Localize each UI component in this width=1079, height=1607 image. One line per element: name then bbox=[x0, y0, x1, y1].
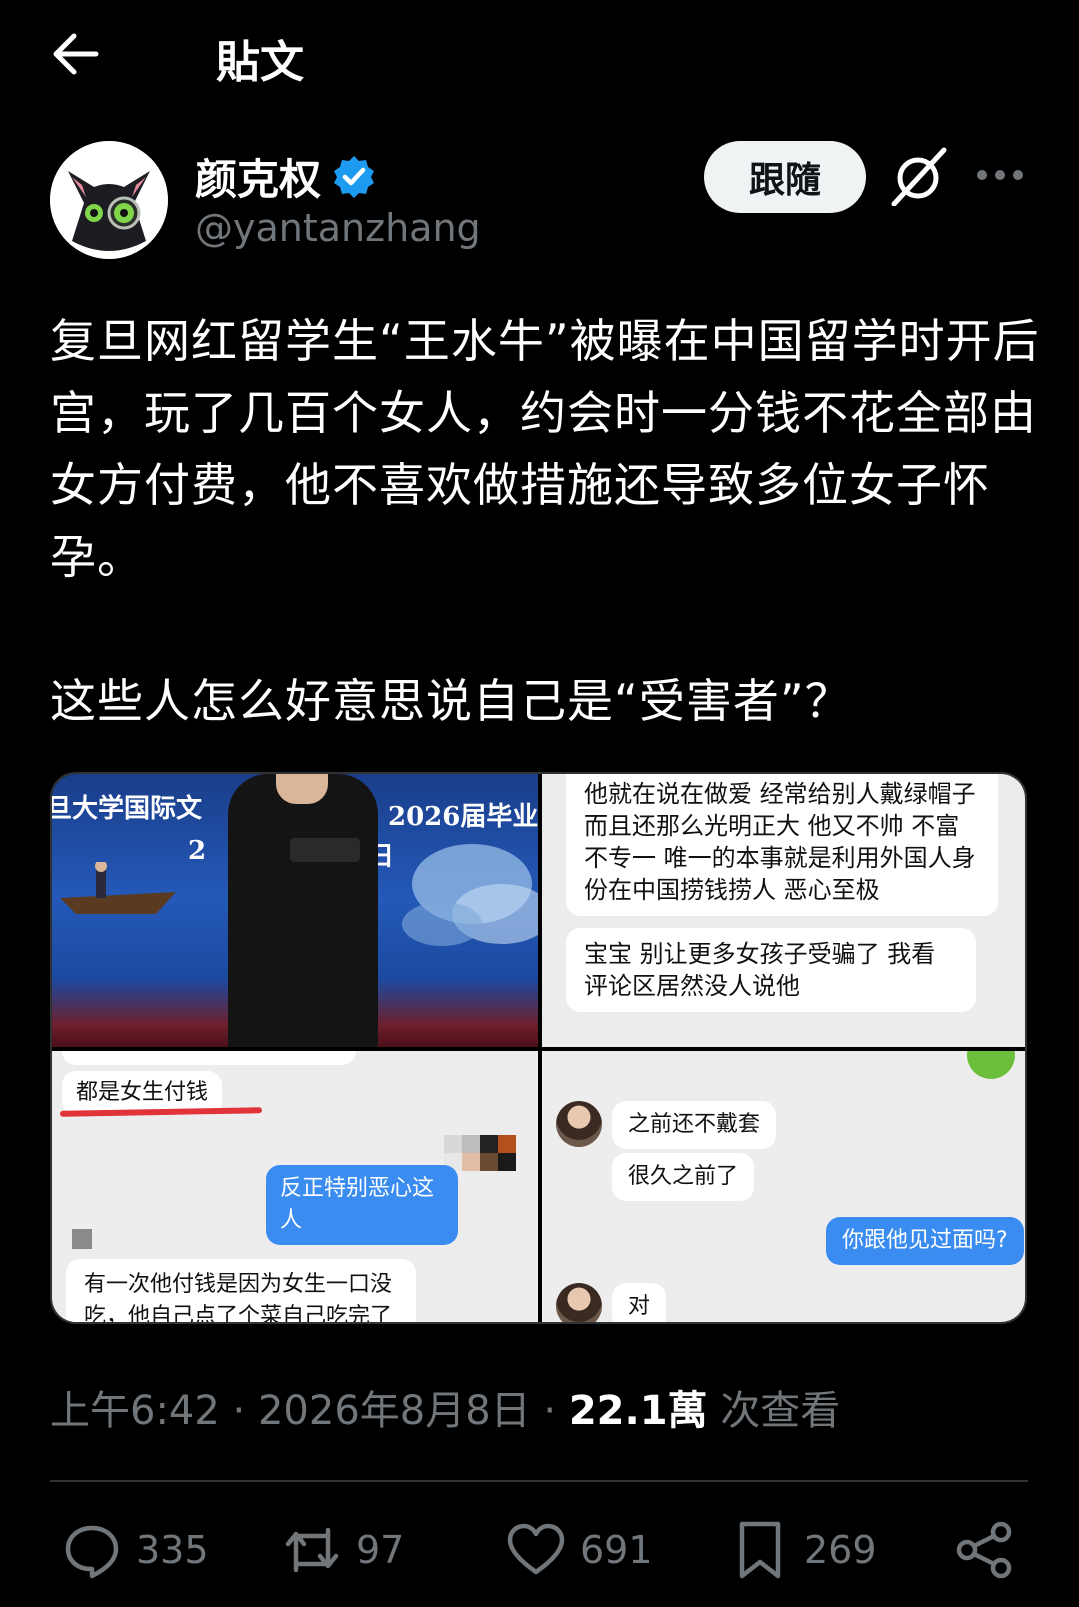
like-icon bbox=[507, 1523, 565, 1575]
page-title: 貼文 bbox=[216, 37, 304, 88]
chat-bubble: 你跟他见过面吗? bbox=[826, 1217, 1024, 1265]
share-button[interactable] bbox=[955, 1520, 1029, 1580]
view-label: 次查看 bbox=[707, 1388, 841, 1434]
chat-bubble: 反正特别恶心这人 bbox=[266, 1165, 458, 1245]
share-icon bbox=[956, 1521, 1012, 1579]
repost-button[interactable]: 97 bbox=[282, 1520, 404, 1580]
speaker-head bbox=[276, 774, 328, 804]
media-image-4[interactable]: 之前还不戴套 很久之前了 你跟他见过面吗? 对 bbox=[542, 1051, 1025, 1322]
reply-button[interactable]: 335 bbox=[62, 1520, 209, 1580]
chat-bubble: 他就在说在做爱 经常给别人戴绿帽子而且还那么光明正大 他又不帅 不富不专一 唯一… bbox=[566, 774, 998, 916]
avatar[interactable] bbox=[50, 141, 168, 259]
author-handle[interactable]: @yantanzhang bbox=[195, 206, 481, 250]
reply-count: 335 bbox=[136, 1528, 209, 1572]
post-time[interactable]: 上午6:42 bbox=[50, 1388, 220, 1434]
repost-count: 97 bbox=[356, 1528, 405, 1572]
bookmark-button[interactable]: 269 bbox=[730, 1520, 877, 1580]
blurred-avatar bbox=[72, 1229, 92, 1249]
separator: · bbox=[219, 1388, 258, 1434]
blurred-avatar bbox=[444, 1135, 516, 1171]
avatar bbox=[556, 1101, 602, 1147]
avatar bbox=[556, 1283, 602, 1322]
divider bbox=[50, 1480, 1028, 1482]
clouds-illustration bbox=[402, 844, 538, 946]
view-count: 22.1萬 bbox=[568, 1388, 708, 1434]
boat-illustration bbox=[60, 862, 176, 914]
chat-bubble-cropped bbox=[62, 1051, 356, 1065]
follow-button[interactable]: 跟隨 bbox=[704, 141, 866, 213]
action-bar: 335 97 691 269 bbox=[0, 1520, 1079, 1590]
chat-bubble: 宝宝 别让更多女孩子受骗了 我看评论区居然没人说他 bbox=[566, 928, 976, 1012]
chat-bubble: 很久之前了 bbox=[612, 1153, 755, 1201]
bookmark-count: 269 bbox=[804, 1528, 877, 1572]
tweet-paragraph: 这些人怎么好意思说自己是“受害者”？ bbox=[50, 674, 852, 728]
banner-text: 旦大学国际文 bbox=[52, 794, 203, 824]
media-image-2[interactable]: 他就在说在做爱 经常给别人戴绿帽子而且还那么光明正大 他又不帅 不富不专一 唯一… bbox=[542, 774, 1025, 1047]
reply-icon bbox=[65, 1525, 119, 1579]
back-arrow-icon[interactable] bbox=[50, 30, 104, 78]
tweet-meta: 上午6:42 · 2026年8月8日 · 22.1萬 次查看 bbox=[50, 1378, 840, 1436]
media-image-3[interactable]: 都是女生付钱 反正特别恶心这人 有一次他付钱是因为女生一口没吃，他自己点了个菜自… bbox=[52, 1051, 538, 1322]
top-bar: 貼文 bbox=[0, 0, 1079, 110]
repost-icon bbox=[285, 1527, 339, 1573]
tweet-text: 复旦网红留学生“王水牛”被曝在中国留学时开后宫，玩了几百个女人，约会时一分钱不花… bbox=[50, 305, 1040, 737]
status-badge bbox=[967, 1051, 1015, 1079]
tweet-paragraph: 复旦网红留学生“王水牛”被曝在中国留学时开后宫，玩了几百个女人，约会时一分钱不花… bbox=[50, 314, 1040, 584]
grok-icon[interactable] bbox=[890, 146, 948, 206]
separator: · bbox=[530, 1388, 569, 1434]
banner-text: 2 bbox=[188, 836, 207, 866]
media-image-1[interactable]: 旦大学国际文 2026届毕业晴 2 日 bbox=[52, 774, 538, 1047]
chat-bubble: 对 bbox=[612, 1283, 667, 1322]
chat-bubble: 有一次他付钱是因为女生一口没吃，他自己点了个菜自己吃完了 bbox=[66, 1259, 416, 1322]
author-name[interactable]: 颜克权 bbox=[195, 146, 321, 207]
more-icon[interactable] bbox=[975, 160, 1025, 190]
like-button[interactable]: 691 bbox=[506, 1520, 653, 1580]
chat-bubble: 之前还不戴套 bbox=[612, 1101, 777, 1149]
speaker-paper bbox=[290, 838, 360, 862]
verified-badge-icon bbox=[334, 155, 375, 198]
author-name-row: 颜克权 bbox=[195, 146, 377, 207]
post-date[interactable]: 2026年8月8日 bbox=[258, 1388, 531, 1434]
media-grid: 旦大学国际文 2026届毕业晴 2 日 他就在说在做爱 经常给别人戴绿帽子而且还… bbox=[50, 772, 1027, 1324]
speaker-figure bbox=[228, 774, 378, 1047]
bookmark-icon bbox=[739, 1521, 781, 1579]
like-count: 691 bbox=[580, 1528, 653, 1572]
